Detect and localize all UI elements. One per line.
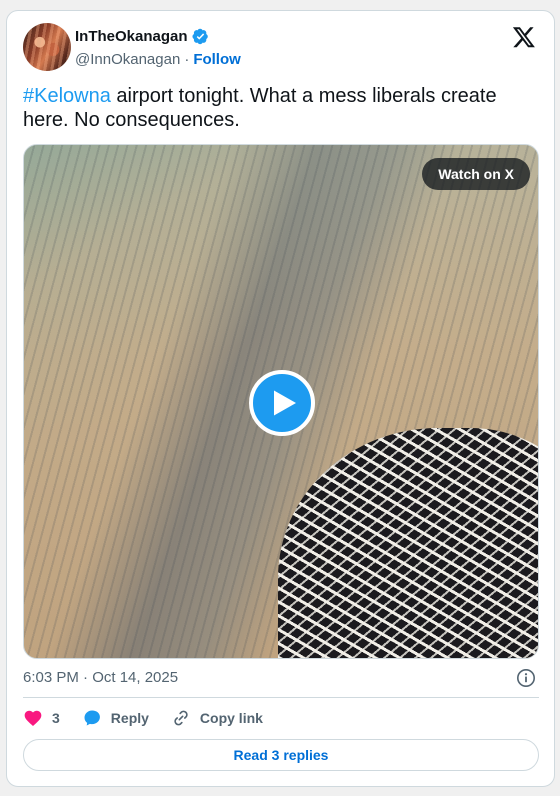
like-count: 3 bbox=[52, 710, 60, 726]
copy-link-label: Copy link bbox=[199, 710, 263, 726]
hashtag-link[interactable]: #Kelowna bbox=[23, 85, 111, 107]
author-handle-row: @InnOkanagan · Follow bbox=[75, 51, 241, 68]
heart-icon bbox=[24, 710, 42, 726]
copy-link-button[interactable]: Copy link bbox=[171, 708, 263, 728]
verified-badge-icon bbox=[191, 28, 209, 45]
watch-on-x-button[interactable]: Watch on X bbox=[422, 158, 530, 190]
divider bbox=[23, 697, 539, 698]
separator-dot: · bbox=[184, 51, 190, 68]
avatar[interactable] bbox=[23, 23, 71, 71]
link-icon bbox=[174, 710, 188, 726]
video-frame-fabric bbox=[278, 428, 538, 658]
follow-button[interactable]: Follow bbox=[193, 51, 241, 68]
tweet-card: InTheOkanagan @InnOkanagan · Follow #Kel… bbox=[6, 10, 555, 787]
reply-bubble-icon bbox=[84, 710, 100, 726]
tweet-timestamp[interactable]: 6:03 PM · Oct 14, 2025 bbox=[23, 669, 178, 686]
author-handle[interactable]: @InnOkanagan bbox=[75, 51, 180, 68]
video-player[interactable]: Watch on X bbox=[23, 144, 539, 659]
play-icon bbox=[274, 390, 296, 416]
play-button[interactable] bbox=[249, 370, 315, 436]
x-logo-icon[interactable] bbox=[512, 25, 536, 49]
info-icon[interactable] bbox=[516, 668, 536, 688]
like-button[interactable]: 3 bbox=[23, 708, 60, 728]
action-bar: 3 Reply Copy link bbox=[23, 708, 285, 728]
author-name-row: InTheOkanagan bbox=[75, 28, 209, 45]
reply-button[interactable]: Reply bbox=[82, 708, 149, 728]
read-replies-button[interactable]: Read 3 replies bbox=[23, 739, 539, 771]
reply-label: Reply bbox=[110, 710, 149, 726]
author-name[interactable]: InTheOkanagan bbox=[75, 28, 188, 45]
tweet-text: #Kelowna airport tonight. What a mess li… bbox=[23, 84, 523, 132]
